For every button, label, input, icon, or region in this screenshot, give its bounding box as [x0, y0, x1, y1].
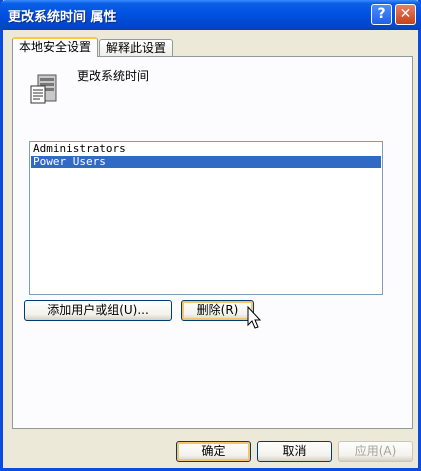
list-item-power-users[interactable]: Power Users — [31, 156, 381, 168]
close-button[interactable]: ✕ — [395, 4, 416, 25]
user-group-list[interactable]: Administrators Power Users — [29, 141, 383, 295]
tab-panel: 更改系统时间 Administrators Power Users — [12, 56, 413, 429]
title-bar[interactable]: 更改系统时间 属性 ? ✕ — [0, 0, 421, 30]
list-item-administrators[interactable]: Administrators — [31, 143, 381, 155]
mouse-cursor-icon — [247, 306, 262, 329]
policy-name: 更改系统时间 — [77, 69, 150, 83]
help-button[interactable]: ? — [371, 4, 392, 25]
tab-local-security-setting[interactable]: 本地安全设置 — [12, 37, 99, 57]
ok-button[interactable]: 确定 — [176, 441, 251, 462]
add-user-or-group-button[interactable]: 添加用户或组(U)... — [24, 300, 172, 321]
apply-button[interactable]: 应用(A) — [338, 441, 413, 462]
window-title: 更改系统时间 属性 — [8, 10, 117, 25]
properties-dialog: 更改系统时间 属性 ? ✕ 本地安全设置 解释此设置 更改系统时间 Admini… — [0, 0, 421, 471]
cancel-button[interactable]: 取消 — [257, 441, 332, 462]
policy-server-icon — [30, 74, 57, 104]
remove-button[interactable]: 删除(R) — [181, 300, 254, 321]
